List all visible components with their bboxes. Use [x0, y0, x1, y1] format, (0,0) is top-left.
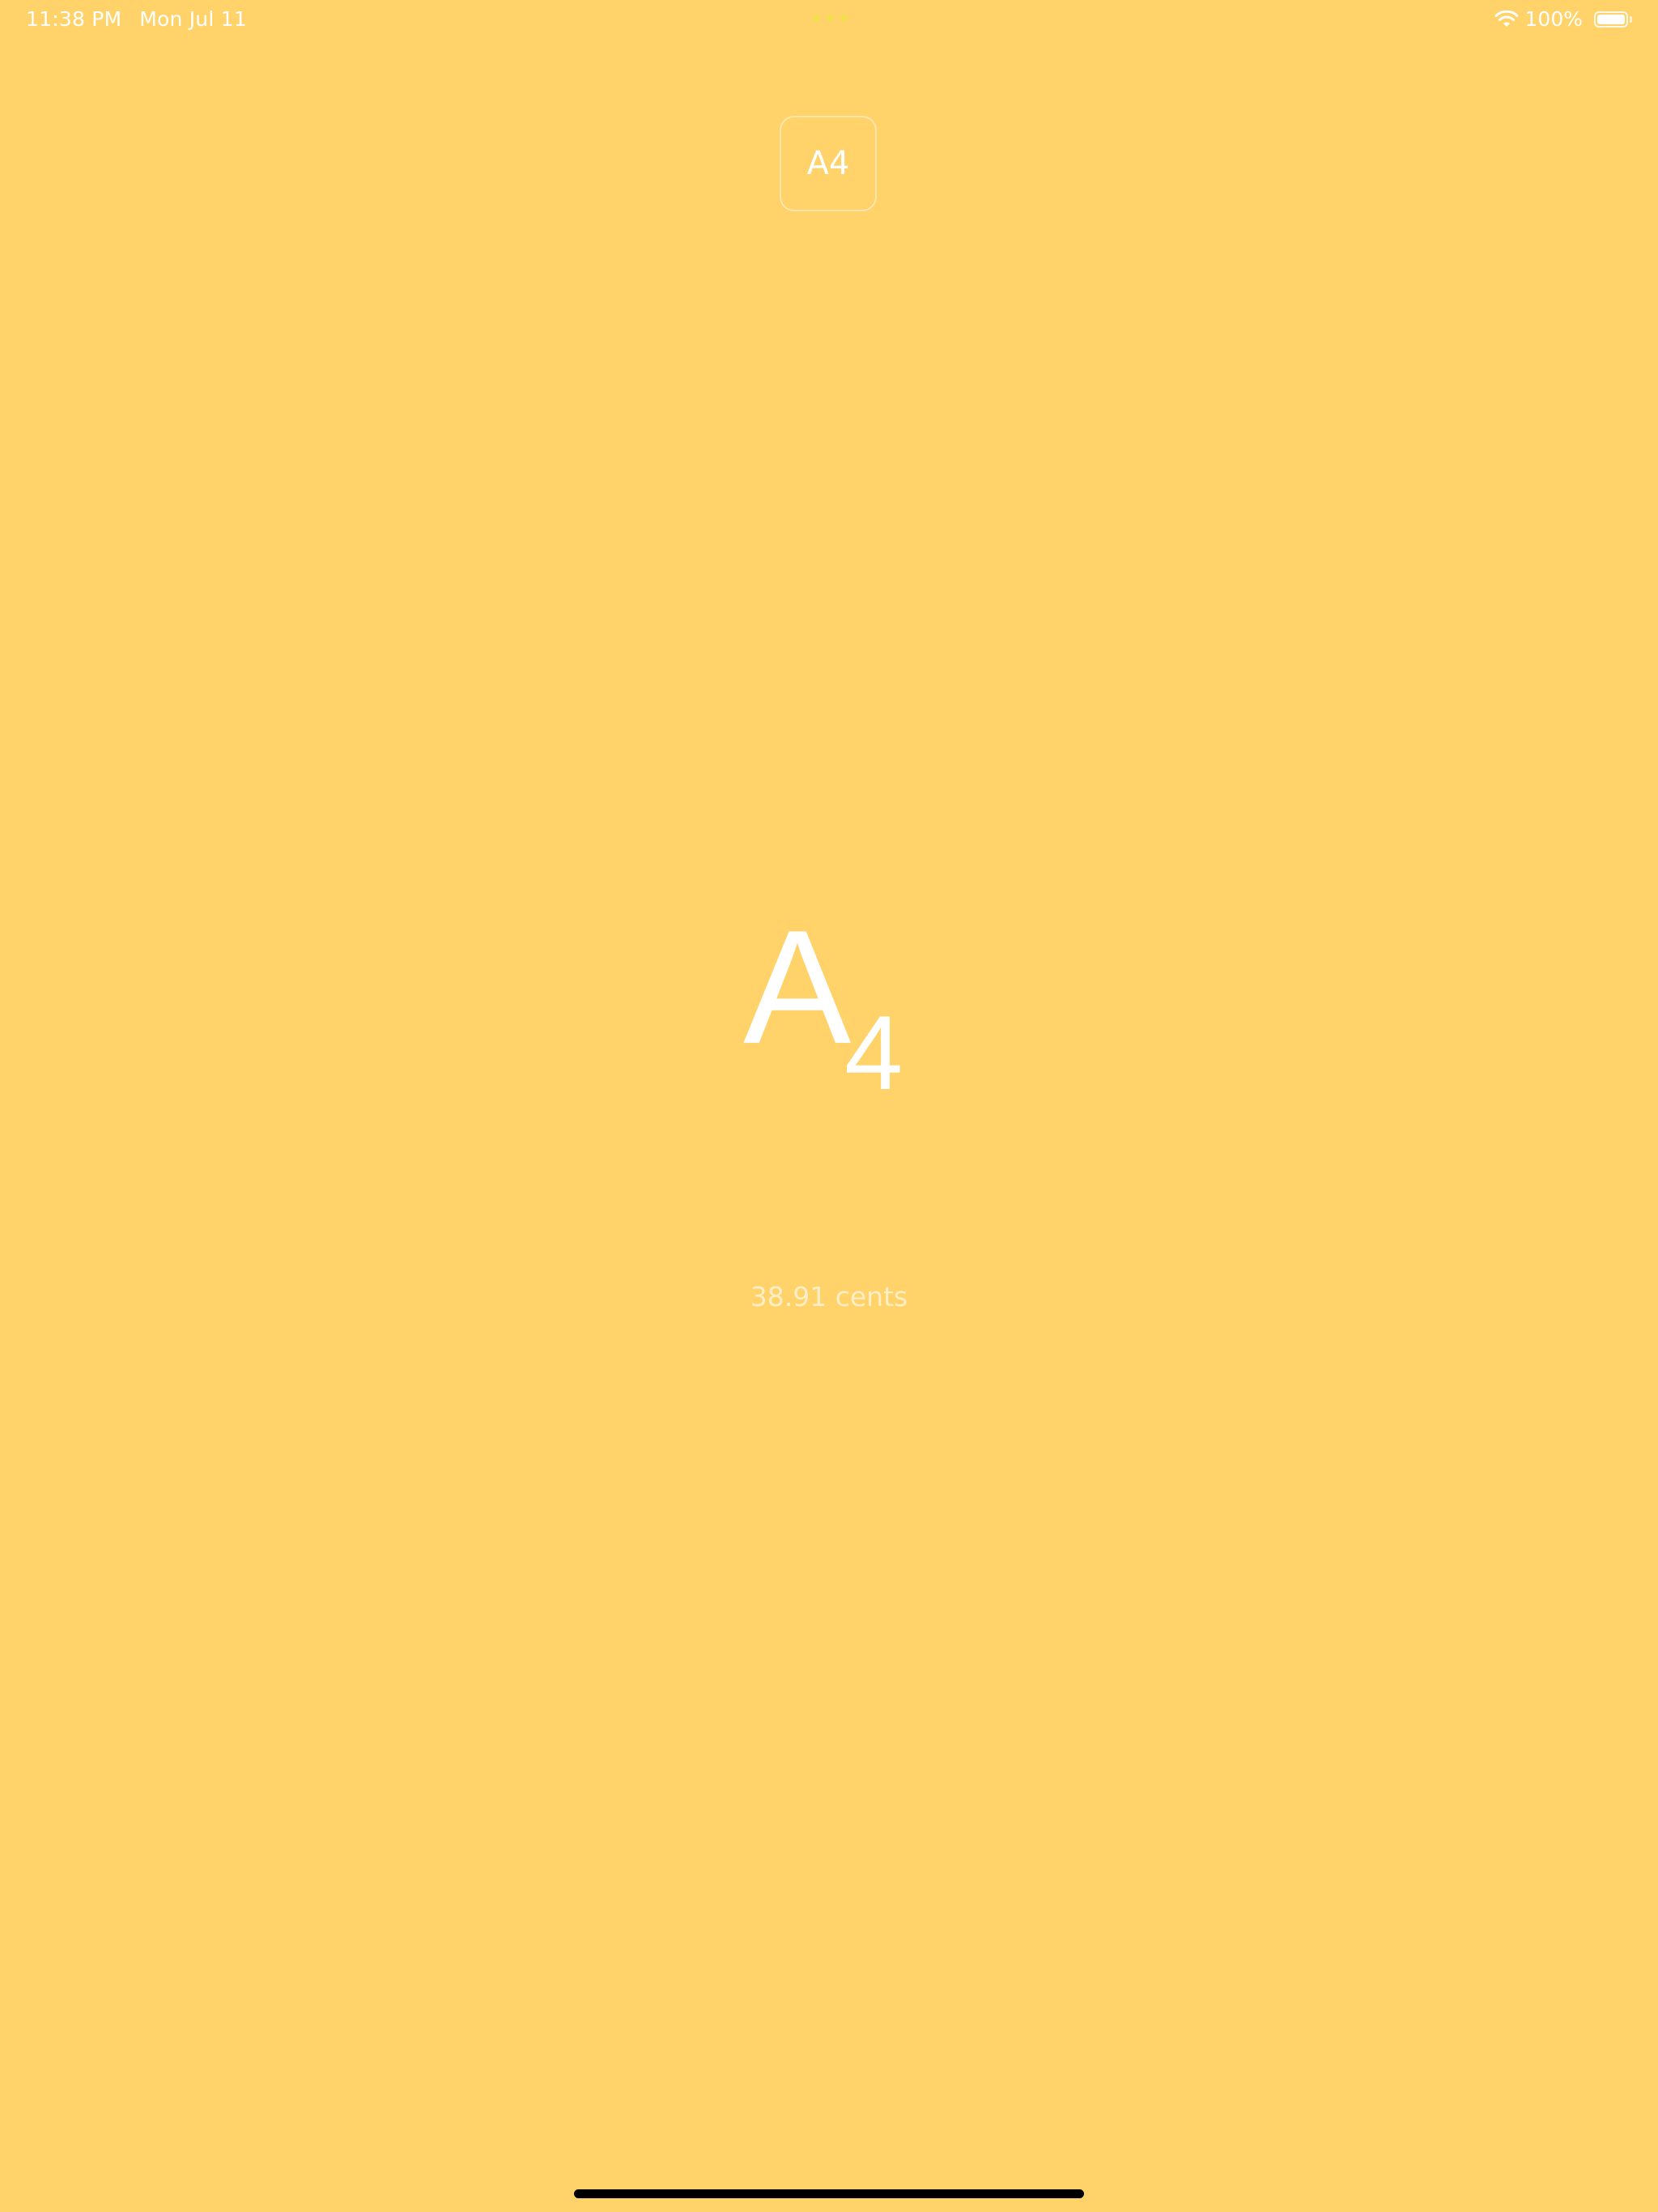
detected-note-display: A 4 [0, 897, 1658, 1106]
wifi-icon [1494, 11, 1519, 28]
battery-body [1594, 11, 1628, 28]
status-time: 11:38 PM [26, 7, 122, 31]
multitasking-dot [827, 15, 834, 22]
battery-percentage: 100% [1524, 7, 1583, 31]
multitasking-dot [840, 15, 848, 22]
note-picker-button[interactable]: A4 [780, 116, 877, 211]
battery-icon [1594, 11, 1632, 28]
status-bar-right: 100% [1494, 6, 1632, 33]
status-date: Mon Jul 11 [139, 7, 247, 31]
status-bar: 11:38 PM Mon Jul 11 100% [0, 0, 1658, 39]
battery-cap [1630, 16, 1632, 23]
home-indicator[interactable] [574, 2189, 1084, 2198]
note-octave: 4 [844, 993, 903, 1112]
battery-fill [1597, 15, 1625, 24]
status-bar-left: 11:38 PM Mon Jul 11 [26, 6, 247, 33]
multitasking-dots-icon[interactable] [813, 15, 848, 22]
note-letter: A [743, 897, 852, 1078]
multitasking-dot [813, 15, 820, 22]
cents-deviation: 38.91 cents [750, 1281, 908, 1312]
